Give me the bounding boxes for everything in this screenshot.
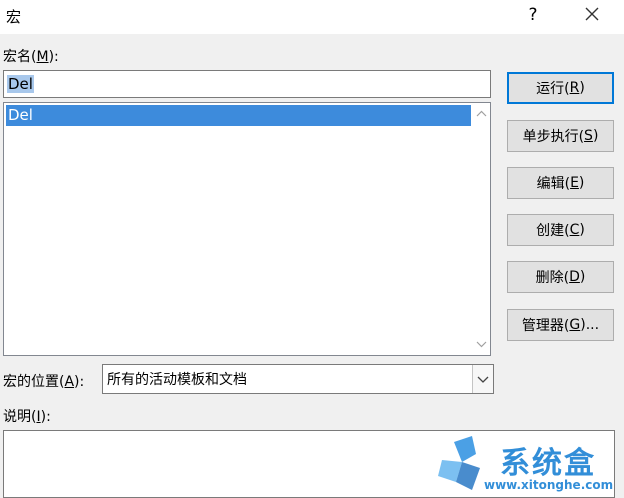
list-scrollbar[interactable] bbox=[473, 103, 490, 355]
macro-name-input[interactable]: Del bbox=[3, 70, 491, 98]
watermark-url: www.xitonghe.com bbox=[484, 478, 614, 492]
edit-button[interactable]: 编辑(E) bbox=[507, 167, 614, 199]
create-button[interactable]: 创建(C) bbox=[507, 214, 614, 246]
close-icon bbox=[585, 7, 599, 21]
location-select[interactable]: 所有的活动模板和文档 bbox=[102, 364, 494, 394]
watermark-text: 系统盒 bbox=[500, 446, 596, 481]
title-bar: 宏 ? bbox=[0, 0, 624, 34]
run-button[interactable]: 运行(R) bbox=[507, 72, 614, 104]
delete-button[interactable]: 删除(D) bbox=[507, 261, 614, 293]
scroll-up-icon[interactable] bbox=[473, 105, 490, 122]
close-button[interactable] bbox=[578, 3, 606, 27]
scroll-down-icon[interactable] bbox=[473, 336, 490, 353]
macro-list[interactable]: Del bbox=[3, 102, 491, 356]
location-label: 宏的位置(A): bbox=[3, 374, 85, 390]
location-value: 所有的活动模板和文档 bbox=[107, 372, 247, 388]
window-title: 宏 bbox=[6, 8, 22, 26]
chevron-down-icon[interactable] bbox=[472, 365, 493, 393]
macro-name-label: 宏名(M): bbox=[3, 49, 59, 65]
description-label: 说明(I): bbox=[3, 409, 51, 425]
step-into-button[interactable]: 单步执行(S) bbox=[507, 120, 614, 152]
macro-name-value: Del bbox=[7, 75, 34, 93]
organizer-button[interactable]: 管理器(G)... bbox=[507, 309, 614, 341]
help-button[interactable]: ? bbox=[520, 3, 546, 27]
list-item[interactable]: Del bbox=[6, 105, 471, 126]
